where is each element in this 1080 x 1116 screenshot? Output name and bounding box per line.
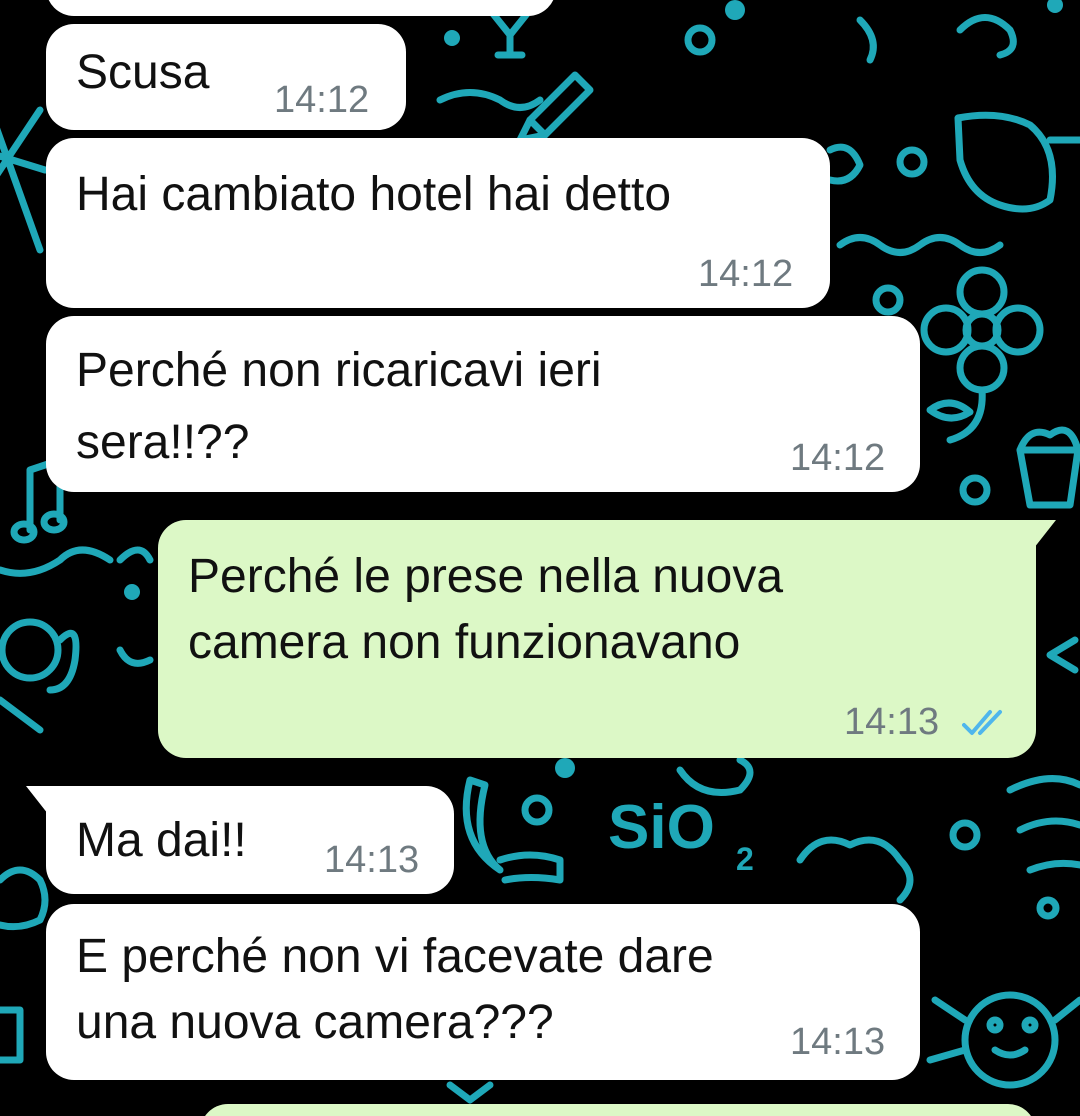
bubble-tail-incoming — [26, 786, 48, 814]
message-text-line-1: Perché le prese nella nuova — [188, 550, 784, 603]
message-list[interactable]: Scusa 14:12 Hai cambiato hotel hai detto… — [0, 0, 1080, 1116]
message-time: 14:12 — [274, 79, 370, 121]
message-bubble-outgoing[interactable]: Perché le prese nella nuova camera non f… — [158, 520, 1036, 758]
message-text: Hai cambiato hotel hai detto — [76, 168, 672, 221]
message-bubble-incoming[interactable]: Scusa 14:12 — [46, 24, 406, 130]
message-text-line-2: una nuova camera??? — [76, 996, 554, 1049]
message-bubble-incoming[interactable]: Hai cambiato hotel hai detto 14:12 — [46, 138, 830, 308]
message-time: 14:13 — [790, 1021, 886, 1063]
message-time: 14:12 — [698, 253, 794, 295]
message-time: 14:12 — [790, 437, 886, 479]
double-check-icon — [962, 710, 1002, 735]
message-text-line-1: Perché non ricaricavi ieri — [76, 344, 602, 397]
message-text-line-2: camera non funzionavano — [188, 616, 741, 669]
message-bubble-incoming[interactable]: Perché non ricaricavi ieri sera!!?? 14:1… — [46, 316, 920, 492]
message-bubble-partial[interactable] — [46, 0, 556, 16]
message-text: Scusa — [76, 46, 210, 99]
message-time: 14:13 — [844, 701, 940, 743]
message-text-line-1: E perché non vi facevate dare — [76, 930, 714, 983]
message-time: 14:13 — [324, 839, 420, 881]
bubble-tail-outgoing — [1034, 520, 1056, 548]
message-bubble-partial[interactable] — [200, 1104, 1036, 1116]
message-text-line-2: sera!!?? — [76, 416, 250, 469]
message-bubble-incoming[interactable]: Ma dai!! 14:13 — [46, 786, 454, 894]
message-text: Ma dai!! — [76, 814, 247, 867]
message-bubble-incoming[interactable]: E perché non vi facevate dare una nuova … — [46, 904, 920, 1080]
